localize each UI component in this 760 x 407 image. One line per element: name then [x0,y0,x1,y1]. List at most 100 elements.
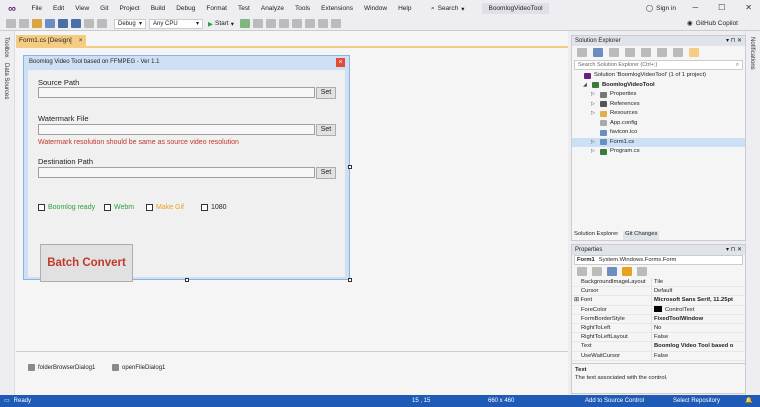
form-close-icon[interactable]: × [336,58,345,67]
menu-item-project[interactable]: Project [114,0,145,17]
properties-icon[interactable] [688,48,699,57]
layout-icon[interactable] [265,19,276,28]
menu-item-extensions[interactable]: Extensions [316,0,359,17]
menu-item-test[interactable]: Test [232,0,255,17]
spacing-icon[interactable] [330,19,341,28]
sync-icon[interactable] [608,48,619,57]
redo-icon[interactable] [96,19,107,28]
resize-handle-right[interactable] [348,165,352,169]
watermark-file-textbox[interactable] [38,124,315,135]
expand-arrow-icon[interactable]: ▷ [591,147,597,157]
start-without-debugging-icon[interactable] [239,19,250,28]
property-row[interactable]: ForeColor ControlText [572,305,745,315]
notifications-tab[interactable]: Notifications [749,37,755,70]
menu-item-edit[interactable]: Edit [47,0,69,17]
batch-convert-button[interactable]: Batch Convert [40,244,133,282]
source-set-button[interactable]: Set [316,87,336,99]
search-button[interactable]: ⌕ Search ▾ [431,5,465,13]
open-icon[interactable] [44,19,55,28]
close-icon[interactable]: ✕ [745,3,752,12]
property-row[interactable]: Text Boomlog Video Tool based o [572,342,745,352]
pane-controls[interactable]: ▾ ⊓ ✕ [726,245,742,255]
tab-solution-explorer[interactable]: Solution Explorer [574,231,618,240]
menu-item-file[interactable]: File [26,0,47,17]
alphabetical-icon[interactable] [591,267,602,276]
checkbox-make-gif[interactable]: Make Gif [146,204,184,211]
property-row[interactable]: RightToLeft No [572,323,745,334]
property-value[interactable]: Microsoft Sans Serif, 11.25pt [652,296,740,304]
expand-arrow-icon[interactable]: ▷ [591,90,597,100]
property-value[interactable]: False [652,333,740,341]
menu-item-debug[interactable]: Debug [171,0,201,17]
menu-item-help[interactable]: Help [393,0,417,17]
resize-handle-bottom[interactable] [185,278,189,282]
back-icon[interactable] [5,19,16,28]
menu-item-git[interactable]: Git [95,0,114,17]
pane-controls[interactable]: ▾ ⊓ ✕ [726,36,742,46]
solution-search-input[interactable]: Search Solution Explorer (Ctrl+;) ⌕ [574,60,743,70]
tree-item[interactable]: ▷ Program.cs [572,147,745,157]
menu-item-tools[interactable]: Tools [289,0,315,17]
property-pages-icon[interactable] [636,267,647,276]
menu-item-build[interactable]: Build [145,0,170,17]
collapse-all-icon[interactable] [640,48,651,57]
property-row[interactable]: UseWaitCursor False [572,351,745,361]
refresh-icon[interactable] [624,48,635,57]
watermark-set-button[interactable]: Set [316,124,336,136]
tree-item[interactable]: Solution 'BoomlogVideoTool' (1 of 1 proj… [572,71,745,81]
start-button[interactable]: ▶ Start ▾ [208,20,234,28]
menu-item-format[interactable]: Format [201,0,233,17]
object-selector[interactable]: Form1 System.Windows.Forms.Form [574,255,743,265]
save-icon[interactable] [57,19,68,28]
expand-arrow-icon[interactable]: ▷ [591,138,597,148]
undo-icon[interactable] [83,19,94,28]
expand-arrow-icon[interactable]: ▷ [591,100,597,110]
property-value[interactable]: Default [652,287,740,295]
categorized-icon[interactable] [576,267,587,276]
align-right-icon[interactable] [304,19,315,28]
sign-in-button[interactable]: ◯ Sign in [646,4,676,13]
checkbox-webm[interactable]: Webm [104,204,134,211]
form-window[interactable]: Boomlog Video Tool based on FFMPEG - Ver… [23,55,350,282]
property-value[interactable]: No [652,324,740,332]
menu-item-view[interactable]: View [70,0,95,17]
events-icon[interactable] [621,267,632,276]
forward-icon[interactable] [18,19,29,28]
tree-item[interactable]: App.config [572,119,745,129]
folder-browser-dialog-component[interactable]: folderBrowserDialog1 [28,364,95,371]
close-icon[interactable]: × [79,35,83,46]
open-file-dialog-component[interactable]: openFileDialog1 [112,364,165,371]
data-sources-tab[interactable]: Data Sources [3,63,9,99]
configuration-dropdown[interactable]: Debug ▾ [114,18,146,29]
align-icon[interactable] [278,19,289,28]
property-row[interactable]: FormBorderStyle FixedToolWindow [572,314,745,324]
preview-icon[interactable] [672,48,683,57]
properties-view-icon[interactable] [606,267,617,276]
property-value[interactable]: Tile [652,278,740,286]
tree-item[interactable]: ▷ Form1.cs [572,137,745,148]
maximize-icon[interactable]: ☐ [718,3,725,12]
property-value[interactable]: FixedToolWindow [652,315,740,323]
minimize-icon[interactable]: ─ [692,3,698,12]
align-center-icon[interactable] [291,19,302,28]
menu-item-analyze[interactable]: Analyze [255,0,289,17]
github-copilot-button[interactable]: ◉ GitHub Copilot [687,19,738,28]
checkbox-1080[interactable]: 1080 [201,204,227,211]
tree-item[interactable]: ▷ Resources [572,109,745,119]
property-row[interactable]: BackgroundImageLayout Tile [572,278,745,288]
expand-arrow-icon[interactable]: ▷ [591,109,597,119]
select-repository-button[interactable]: Select Repository [673,395,720,407]
tab-git-changes[interactable]: Git Changes [623,231,660,240]
property-row[interactable]: ⊞ Font Microsoft Sans Serif, 11.25pt [572,296,745,306]
hot-reload-icon[interactable] [252,19,263,28]
platform-dropdown[interactable]: Any CPU ▾ [149,18,203,29]
tree-item[interactable]: ▷ References [572,100,745,110]
visual-studio-logo[interactable]: ∞ [6,3,18,15]
resize-handle-corner[interactable] [348,278,352,282]
notifications-bell-icon[interactable]: 🔔 [745,395,752,407]
destination-set-button[interactable]: Set [316,167,336,179]
home-icon[interactable] [592,48,603,57]
expand-arrow-icon[interactable]: ◢ [583,81,589,91]
tree-item[interactable]: ▷ Properties [572,90,745,100]
add-to-source-control-button[interactable]: Add to Source Control [585,395,644,407]
